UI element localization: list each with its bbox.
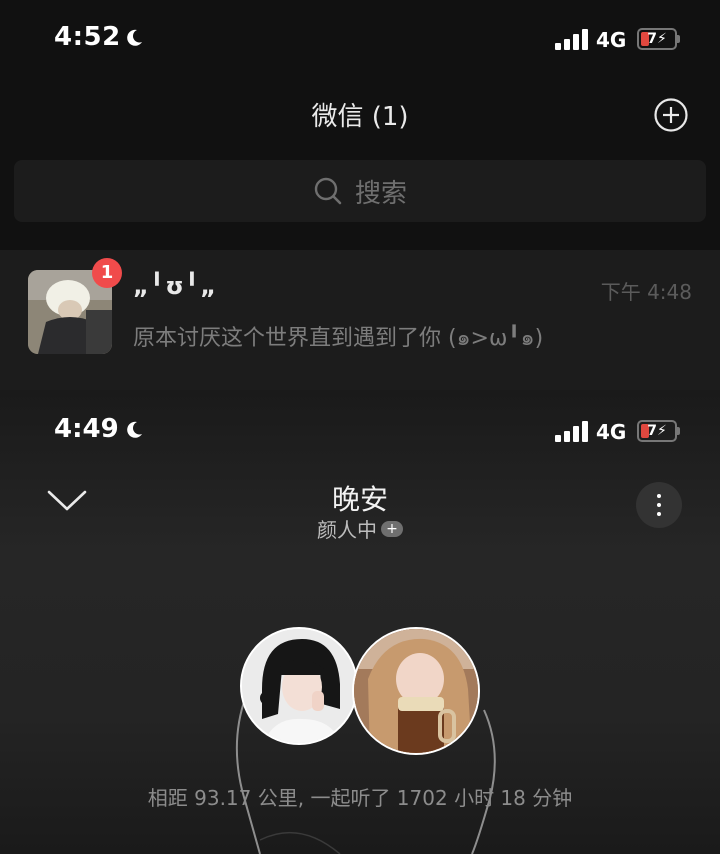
message-preview: 原本讨厌这个世界直到遇到了你 (๑>ω╹๑) — [133, 326, 544, 351]
battery-cap — [677, 427, 680, 435]
moon-icon — [127, 29, 142, 46]
listening-stats: 相距 93.17 公里, 一起听了 1702 小时 18 分钟 — [147, 786, 573, 810]
add-circle-icon[interactable] — [654, 98, 688, 132]
artist-name[interactable]: 颜人中 — [317, 514, 377, 543]
moon-icon — [127, 421, 142, 438]
message-time: 下午 4:48 — [600, 280, 692, 304]
battery-level: 7 — [647, 423, 657, 439]
contact-name: „╹ʊ╹„ — [133, 272, 217, 300]
search-icon — [314, 177, 342, 205]
follow-artist-button[interactable]: + — [381, 520, 403, 537]
status-time: 4:49 — [54, 414, 119, 444]
user-avatar-right[interactable] — [352, 627, 480, 755]
search-placeholder: 搜索 — [354, 178, 407, 209]
network-type: 4G — [596, 420, 627, 444]
status-time: 4:52 — [54, 22, 121, 52]
network-type: 4G — [596, 28, 627, 52]
unread-badge: 1 — [92, 258, 122, 288]
battery-icon: 7⚡ — [637, 28, 677, 50]
listen-together-screen: 4:49 4G 7⚡ 晚安 颜人中 + 相距 93.17 公里, 一起听了 17… — [0, 390, 720, 854]
artist-line: 颜人中 + — [0, 514, 720, 543]
signal-icon — [555, 28, 589, 50]
search-bar[interactable]: 搜索 — [14, 160, 706, 222]
page-title: 微信 (1) — [311, 102, 409, 132]
status-bar: 4:52 4G 7⚡ — [0, 0, 720, 80]
wechat-screen: 4:52 4G 7⚡ 微信 (1) 搜索 „╹ʊ╹„ 下午 4:48 原本讨厌这… — [0, 0, 720, 390]
more-vertical-icon[interactable] — [636, 482, 682, 528]
signal-icon — [555, 420, 589, 442]
battery-level: 7 — [647, 31, 657, 47]
battery-cap — [677, 35, 680, 43]
song-title: 晚安 — [331, 483, 388, 516]
battery-icon: 7⚡ — [637, 420, 677, 442]
user-avatar-left[interactable] — [240, 627, 358, 745]
